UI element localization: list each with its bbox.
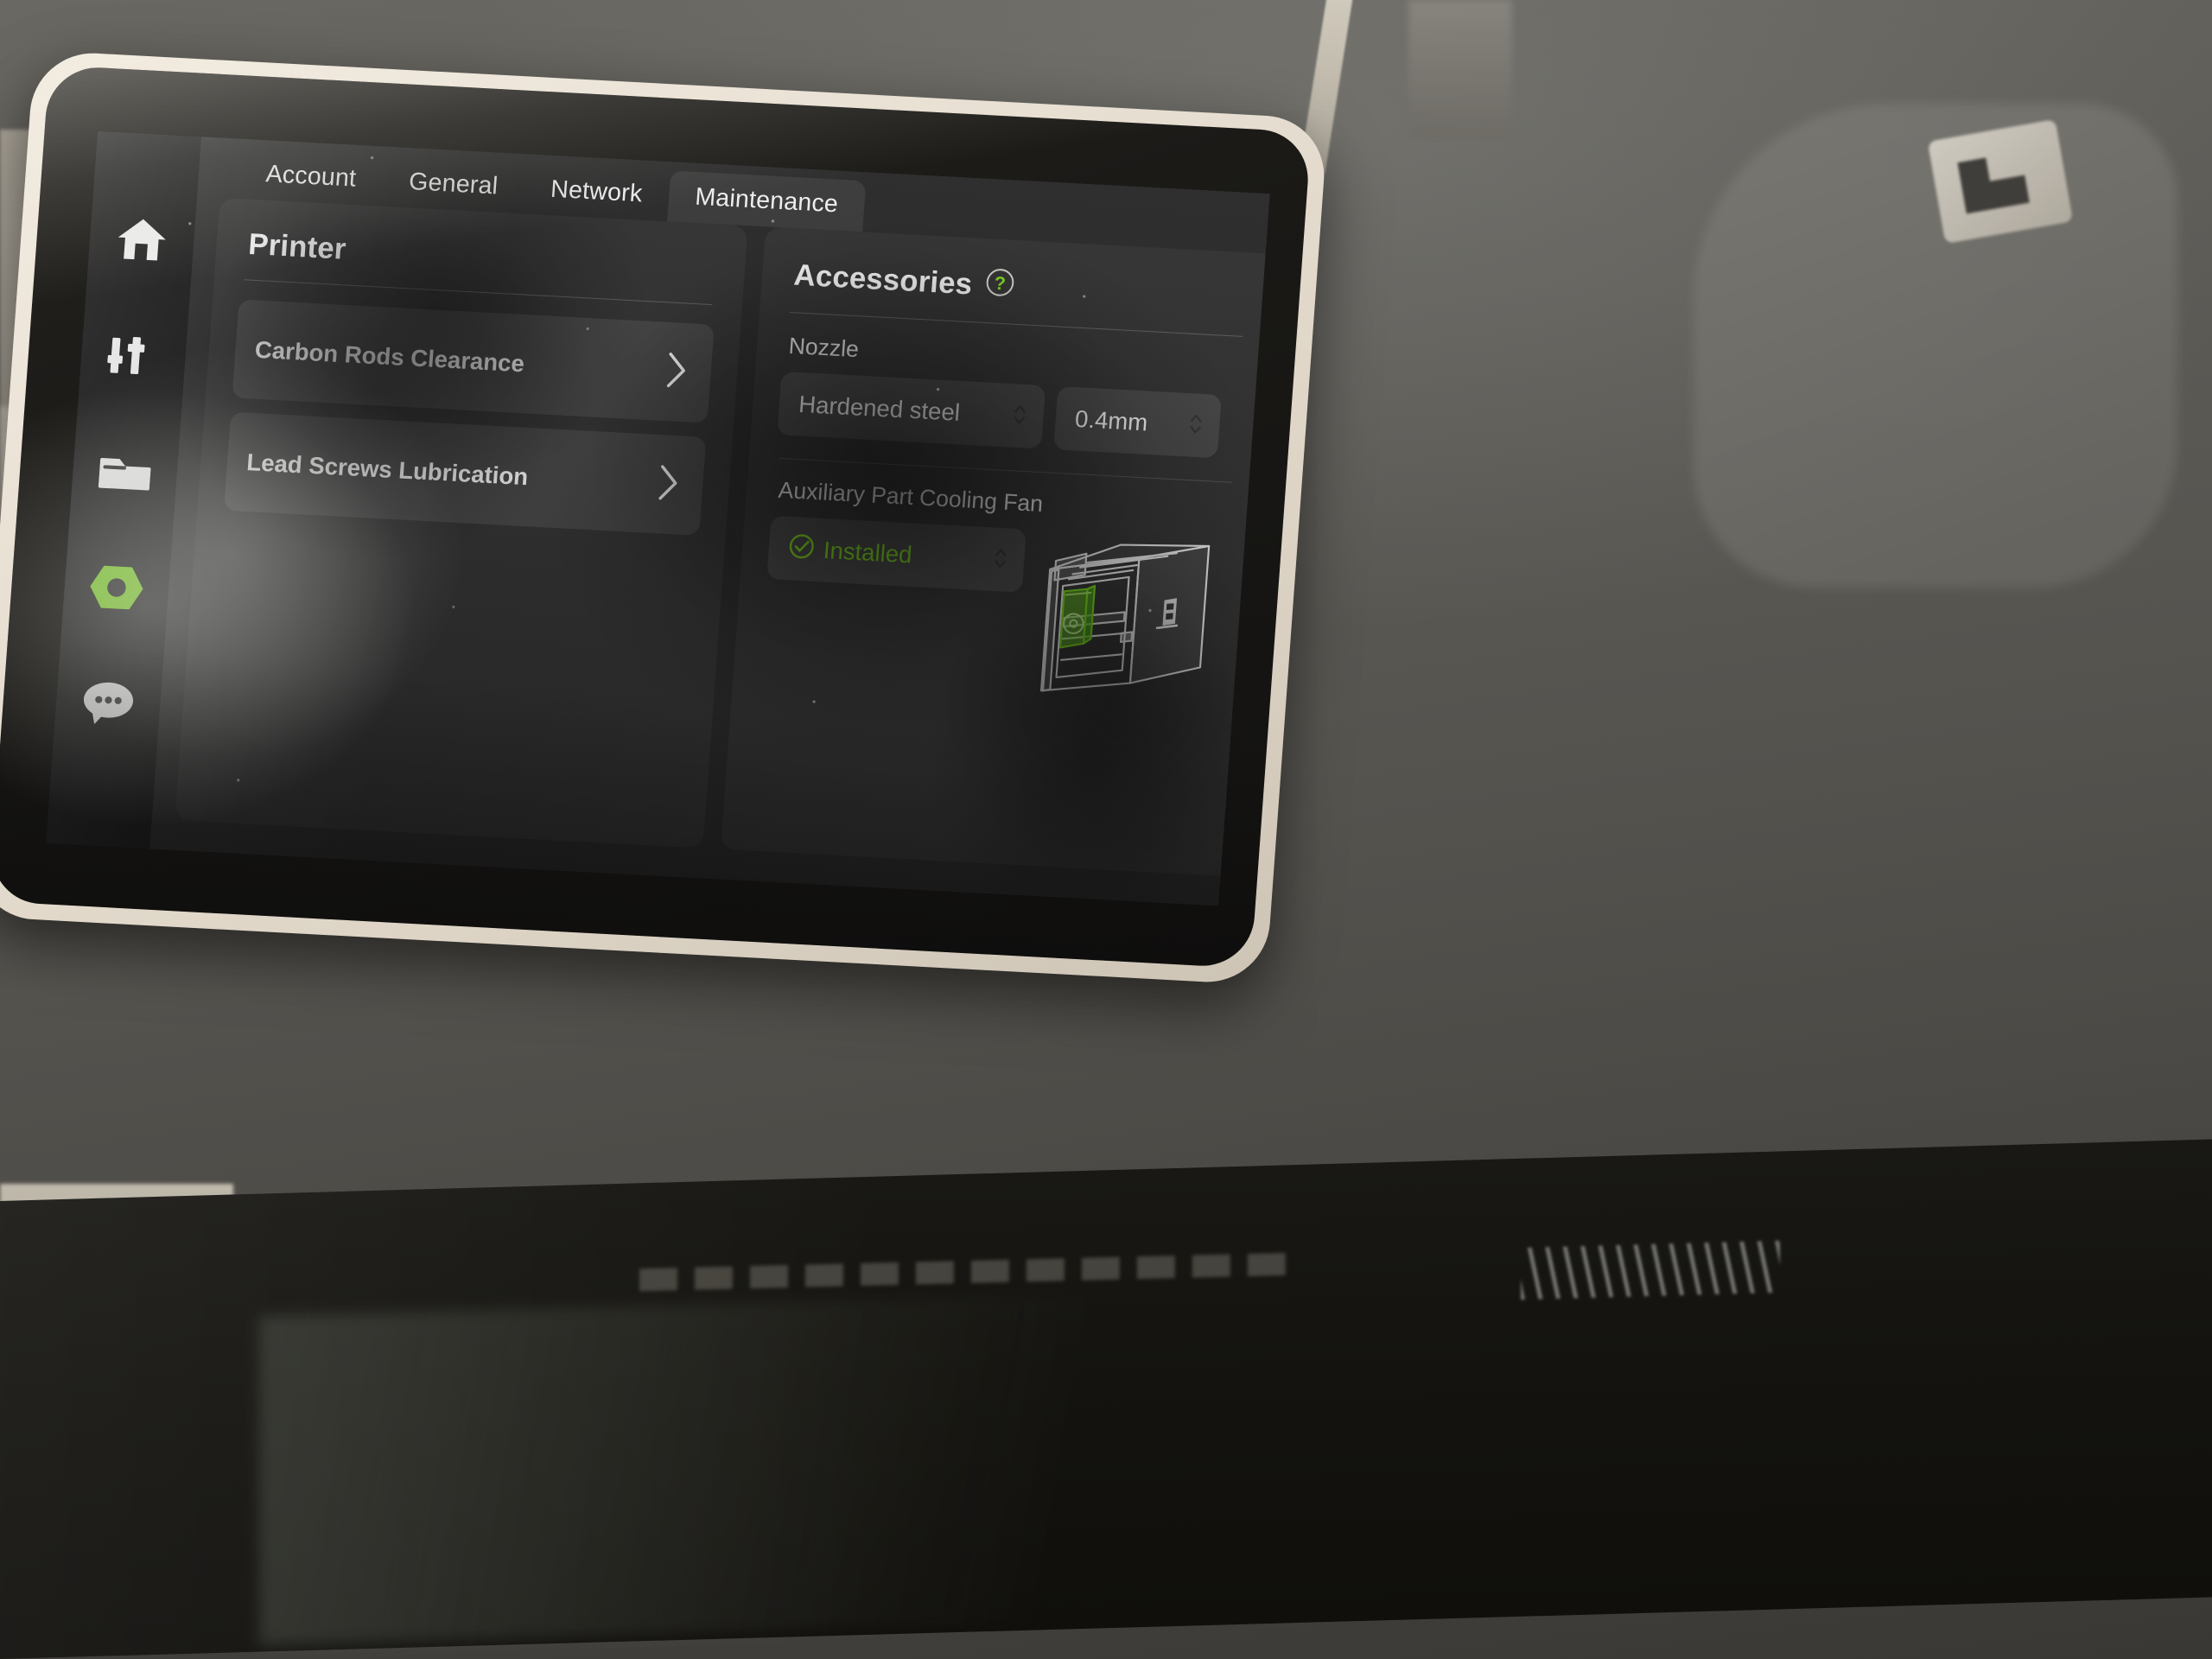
background-glossy-sheen: [259, 1275, 1728, 1645]
chevron-right-icon: [664, 350, 690, 394]
accessories-panel: Accessories ? Nozzle Hardened steel 0.4m…: [720, 226, 1270, 877]
tab-account[interactable]: Account: [238, 148, 385, 207]
nozzle-material-select[interactable]: Hardened steel: [777, 371, 1046, 449]
sidebar-item-settings[interactable]: [68, 527, 165, 648]
screen: Account General Network Maintenance Prin…: [46, 130, 1270, 906]
nozzle-select-row: Hardened steel 0.4mm: [777, 371, 1242, 460]
chevron-up-down-icon: [991, 542, 1009, 577]
sidebar-item-messages[interactable]: [60, 643, 156, 764]
row-label: Carbon Rods Clearance: [253, 335, 525, 377]
accessories-panel-divider: [789, 311, 1243, 337]
nozzle-size-select[interactable]: 0.4mm: [1053, 385, 1222, 459]
accessories-sub-divider: [779, 457, 1233, 483]
chevron-up-down-icon: [1010, 398, 1028, 434]
sidebar-item-tune[interactable]: [86, 296, 182, 416]
aux-fan-status-select[interactable]: Installed: [766, 515, 1027, 593]
aux-fan-status-text: Installed: [822, 537, 913, 568]
accessories-title-text: Accessories: [792, 257, 974, 302]
chevron-right-icon: [655, 462, 681, 506]
hex-nut-settings-icon: [86, 563, 146, 612]
device-glass: Account General Network Maintenance Prin…: [0, 65, 1312, 969]
check-circle-icon: [787, 532, 816, 566]
background-label-badge: [1927, 118, 2074, 245]
touchscreen-device: Account General Network Maintenance Prin…: [0, 50, 1329, 986]
printer-panel: Printer Carbon Rods Clearance Lead Screw…: [175, 197, 748, 849]
sidebar-item-home[interactable]: [93, 179, 190, 300]
printer-panel-divider: [244, 279, 713, 306]
printer-panel-title: Printer: [247, 227, 347, 266]
home-icon: [115, 216, 169, 263]
chat-bubble-icon: [80, 679, 137, 728]
tab-general[interactable]: General: [381, 156, 526, 214]
accessories-panel-title: Accessories ?: [792, 257, 1250, 319]
row-carbon-rods-clearance[interactable]: Carbon Rods Clearance: [232, 299, 715, 423]
background-shadow-top: [1408, 0, 1512, 138]
nozzle-size-value: 0.4mm: [1074, 405, 1149, 436]
folder-icon: [98, 451, 152, 493]
row-lead-screws-lubrication[interactable]: Lead Screws Lubrication: [224, 411, 707, 536]
aux-fan-row: Installed: [759, 515, 1232, 717]
svg-text:?: ?: [993, 273, 1006, 295]
aux-fan-status: Installed: [787, 532, 913, 571]
printer-settings-ui: Account General Network Maintenance Prin…: [46, 130, 1270, 906]
panels-row: Printer Carbon Rods Clearance Lead Screw…: [149, 196, 1270, 906]
nozzle-material-value: Hardened steel: [798, 390, 962, 426]
question-mark-circle-icon[interactable]: ?: [983, 267, 1016, 307]
chevron-up-down-icon: [1186, 408, 1205, 443]
content-area: Account General Network Maintenance Prin…: [149, 137, 1270, 906]
tab-network[interactable]: Network: [523, 162, 671, 221]
sidebar-item-files[interactable]: [77, 411, 174, 532]
printer-enclosure-line-art-illustration: [1024, 518, 1227, 716]
tune-sliders-icon: [106, 332, 161, 378]
background-vent-stripes: [1521, 1240, 1780, 1300]
row-label: Lead Screws Lubrication: [245, 448, 530, 490]
